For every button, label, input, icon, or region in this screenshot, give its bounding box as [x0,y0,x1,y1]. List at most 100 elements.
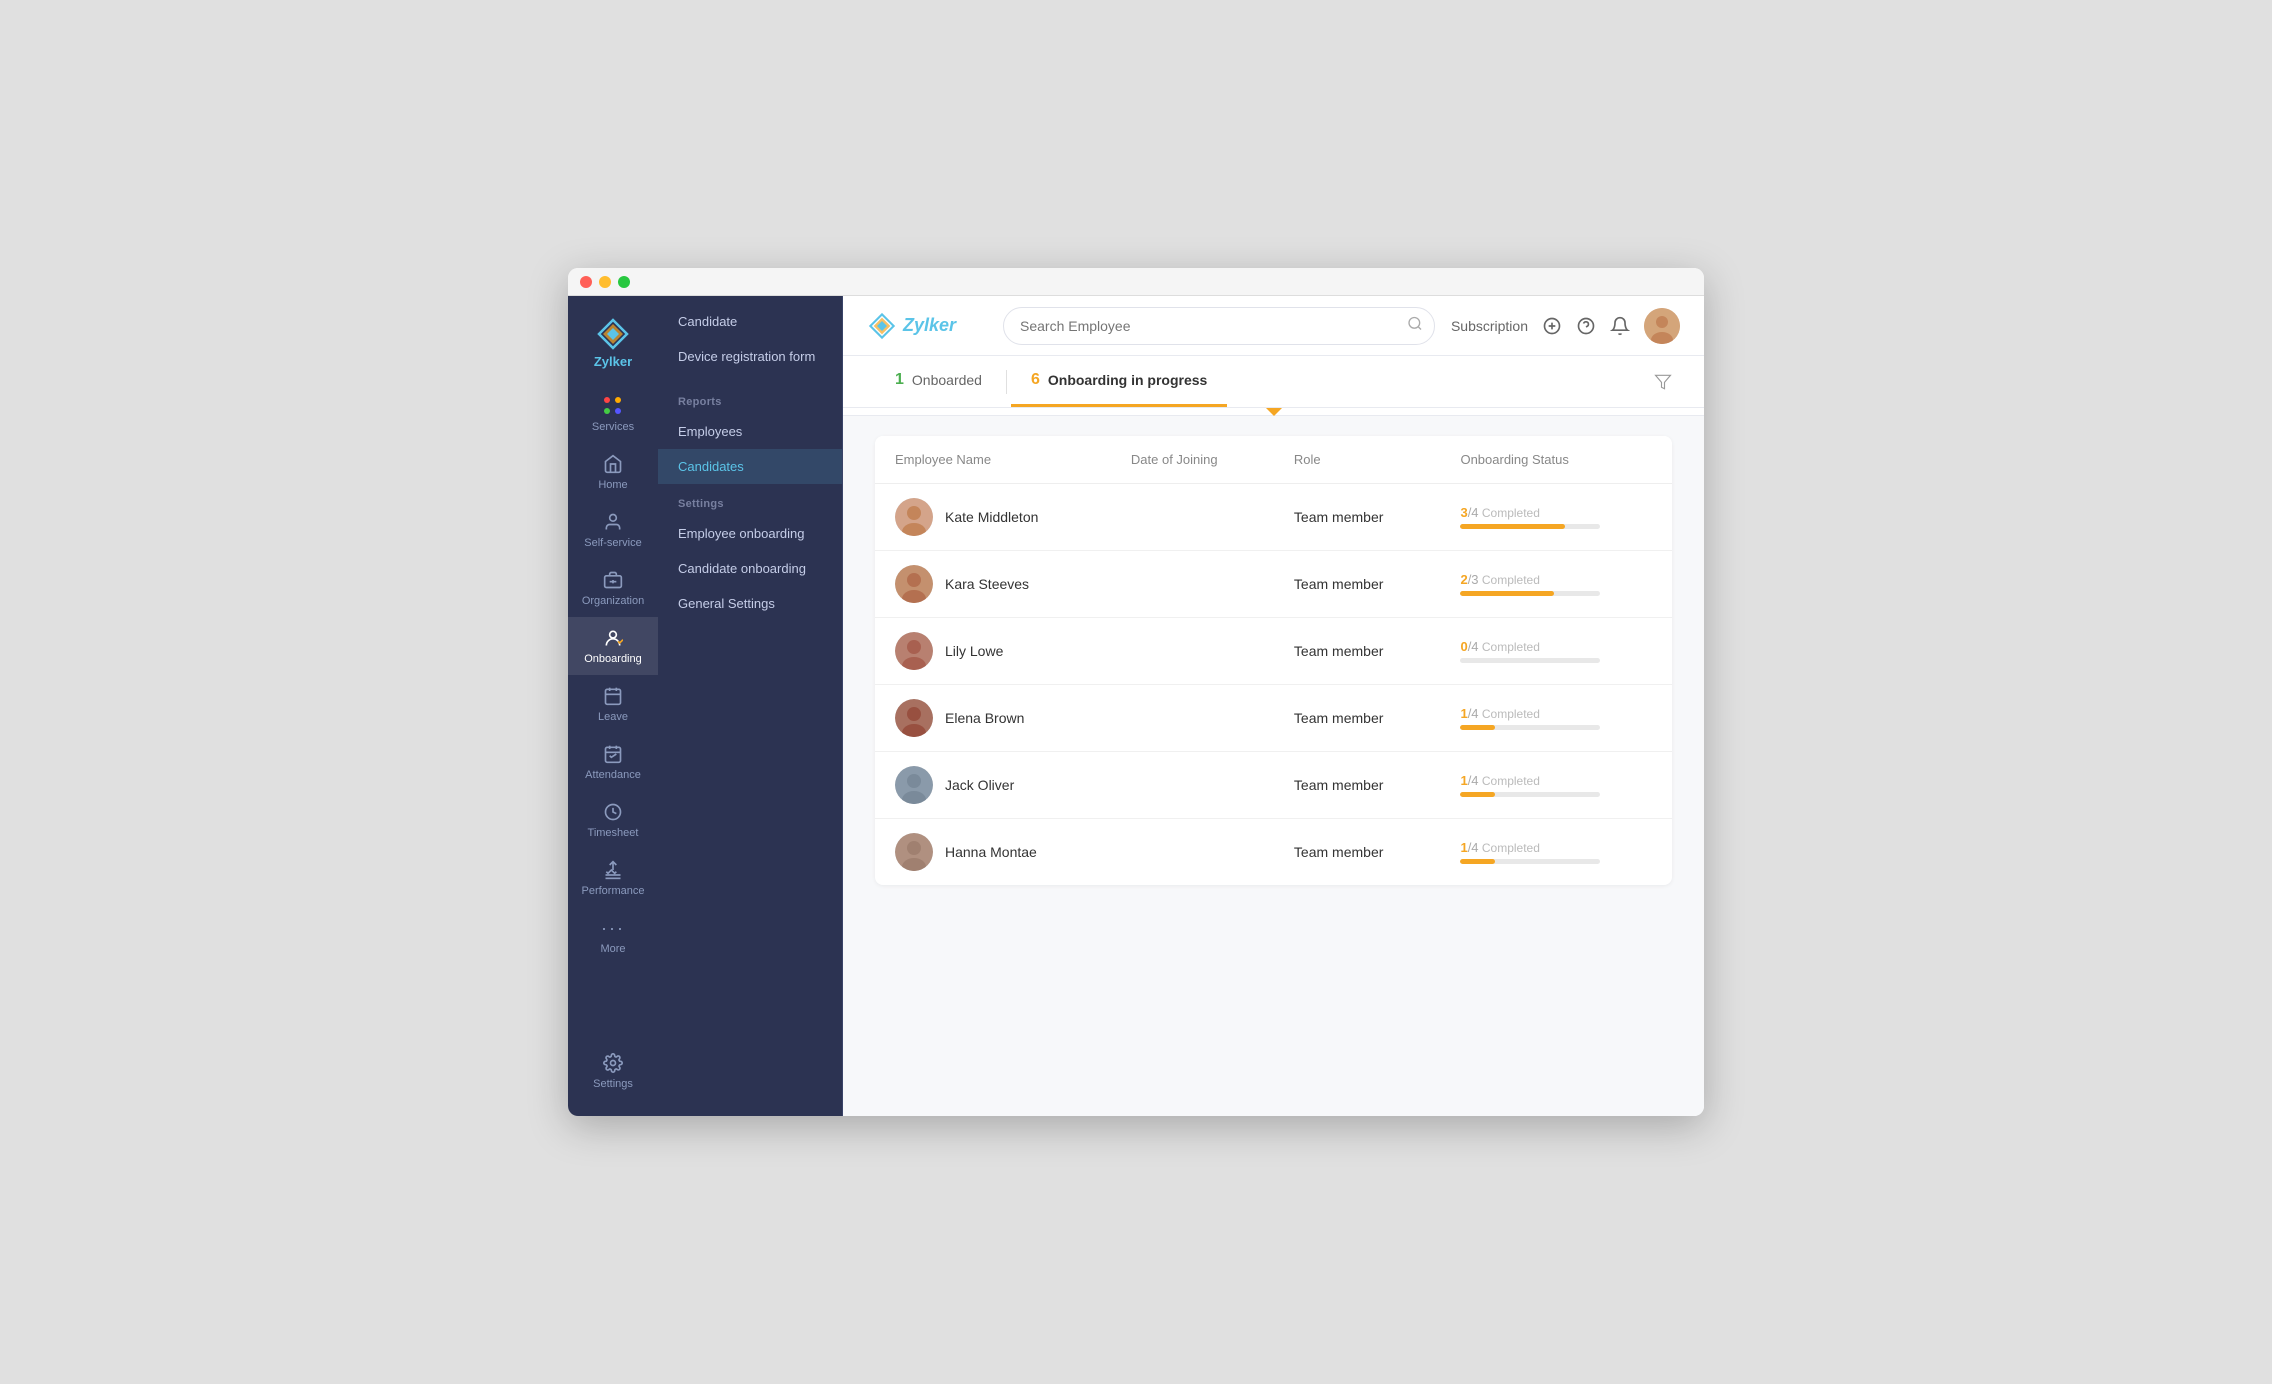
tab-onboarded[interactable]: 1 Onboarded [875,356,1002,407]
app-header: Zylker Subscription [843,296,1704,356]
sub-sidebar-item-cand-onboarding[interactable]: Candidate onboarding [658,551,842,586]
sidebar-item-performance[interactable]: Performance [568,849,658,907]
col-date-joining: Date of Joining [1111,436,1274,484]
sidebar-item-timesheet[interactable]: Timesheet [568,791,658,849]
close-btn[interactable] [580,276,592,288]
sidebar-item-attendance[interactable]: Attendance [568,733,658,791]
minimize-btn[interactable] [599,276,611,288]
sub-sidebar-item-general-settings[interactable]: General Settings [658,586,842,621]
sidebar-item-onboarding[interactable]: Onboarding [568,617,658,675]
titlebar [568,268,1704,296]
sidebar-item-label: Leave [598,711,628,723]
onboarding-status-0: 3/4 Completed [1440,484,1672,551]
person-icon [602,511,624,533]
date-joining-0 [1111,484,1274,551]
employees-table: Employee Name Date of Joining Role Onboa… [875,436,1672,885]
search-input[interactable] [1003,307,1435,345]
header-logo-icon [867,311,897,341]
date-joining-4 [1111,752,1274,819]
employee-avatar-1 [895,565,933,603]
sub-sidebar-item-emp-onboarding[interactable]: Employee onboarding [658,516,842,551]
employee-avatar-4 [895,766,933,804]
role-0: Team member [1274,484,1441,551]
sidebar-item-organization[interactable]: Organization [568,559,658,617]
table-row[interactable]: Kara Steeves Team member 2/3 Completed [875,551,1672,618]
leave-icon [602,685,624,707]
tabs-bar: 1 Onboarded 6 Onboarding in progress [843,356,1704,408]
header-logo-text: Zylker [903,315,956,336]
sidebar-item-label: Home [598,479,627,491]
more-icon: ··· [602,917,624,939]
search-bar [1003,307,1435,345]
performance-icon [602,859,624,881]
table-row[interactable]: Jack Oliver Team member 1/4 Completed [875,752,1672,819]
employee-cell-3: Elena Brown [875,685,1111,752]
table-row[interactable]: Lily Lowe Team member 0/4 Completed [875,618,1672,685]
employee-name-2: Lily Lowe [945,643,1003,659]
sidebar-item-label: Self-service [584,537,641,549]
main-content: Zylker Subscription [843,296,1704,1116]
app-window: Zylker Services [568,268,1704,1116]
date-joining-1 [1111,551,1274,618]
sidebar-bottom: Settings [568,1042,658,1116]
maximize-btn[interactable] [618,276,630,288]
sidebar-item-settings[interactable]: Settings [568,1042,658,1100]
employee-cell-4: Jack Oliver [875,752,1111,819]
sidebar-item-label: Settings [593,1078,633,1090]
app-layout: Zylker Services [568,296,1704,1116]
home-icon [602,453,624,475]
sidebar-item-services[interactable]: Services [568,385,658,443]
sidebar-item-more[interactable]: ··· More [568,907,658,965]
table-row[interactable]: Kate Middleton Team member 3/4 Completed [875,484,1672,551]
col-onboarding-status: Onboarding Status [1440,436,1672,484]
sub-sidebar-item-candidates[interactable]: Candidates [658,449,842,484]
employee-name-4: Jack Oliver [945,777,1014,793]
sub-sidebar-item-employees[interactable]: Employees [658,414,842,449]
table-row[interactable]: Hanna Montae Team member 1/4 Completed [875,819,1672,886]
table-header-row: Employee Name Date of Joining Role Onboa… [875,436,1672,484]
tab-indicator [843,408,1704,416]
tab-onboarding-progress[interactable]: 6 Onboarding in progress [1011,356,1227,407]
role-4: Team member [1274,752,1441,819]
table-row[interactable]: Elena Brown Team member 1/4 Completed [875,685,1672,752]
sidebar-item-label: Timesheet [588,827,639,839]
employee-cell-5: Hanna Montae [875,819,1111,886]
employee-avatar-2 [895,632,933,670]
settings-icon [602,1052,624,1074]
user-avatar[interactable] [1644,308,1680,344]
employee-name-0: Kate Middleton [945,509,1038,525]
employee-name-5: Hanna Montae [945,844,1037,860]
role-1: Team member [1274,551,1441,618]
table-container: Employee Name Date of Joining Role Onboa… [843,416,1704,1116]
tab-onboarded-count: 1 [895,371,904,389]
sidebar-item-label: Onboarding [584,653,642,665]
onboarding-status-5: 1/4 Completed [1440,819,1672,886]
onboarding-icon [602,627,624,649]
filter-btn[interactable] [1654,373,1672,391]
employee-avatar-0 [895,498,933,536]
sidebar-item-home[interactable]: Home [568,443,658,501]
sub-sidebar-item-candidate[interactable]: Candidate [658,304,842,339]
help-btn[interactable] [1576,316,1596,336]
sub-sidebar-item-device-reg[interactable]: Device registration form [658,339,842,374]
employee-name-3: Elena Brown [945,710,1024,726]
employee-cell-2: Lily Lowe [875,618,1111,685]
header-actions: Subscription [1451,308,1680,344]
sidebar-item-leave[interactable]: Leave [568,675,658,733]
add-btn[interactable] [1542,316,1562,336]
employee-avatar-5 [895,833,933,871]
sub-sidebar-section-top: Candidate Device registration form [658,296,842,382]
sidebar-item-self-service[interactable]: Self-service [568,501,658,559]
logo-area: Zylker [594,306,632,385]
col-employee-name: Employee Name [875,436,1111,484]
tab-progress-count: 6 [1031,371,1040,389]
onboarding-status-1: 2/3 Completed [1440,551,1672,618]
sidebar-item-label: Performance [582,885,645,897]
role-5: Team member [1274,819,1441,886]
subscription-btn[interactable]: Subscription [1451,318,1528,334]
notification-btn[interactable] [1610,316,1630,336]
sub-sidebar-header-settings: Settings [658,484,842,516]
onboarding-status-3: 1/4 Completed [1440,685,1672,752]
sidebar-item-label: Organization [582,595,644,607]
employee-name-1: Kara Steeves [945,576,1029,592]
